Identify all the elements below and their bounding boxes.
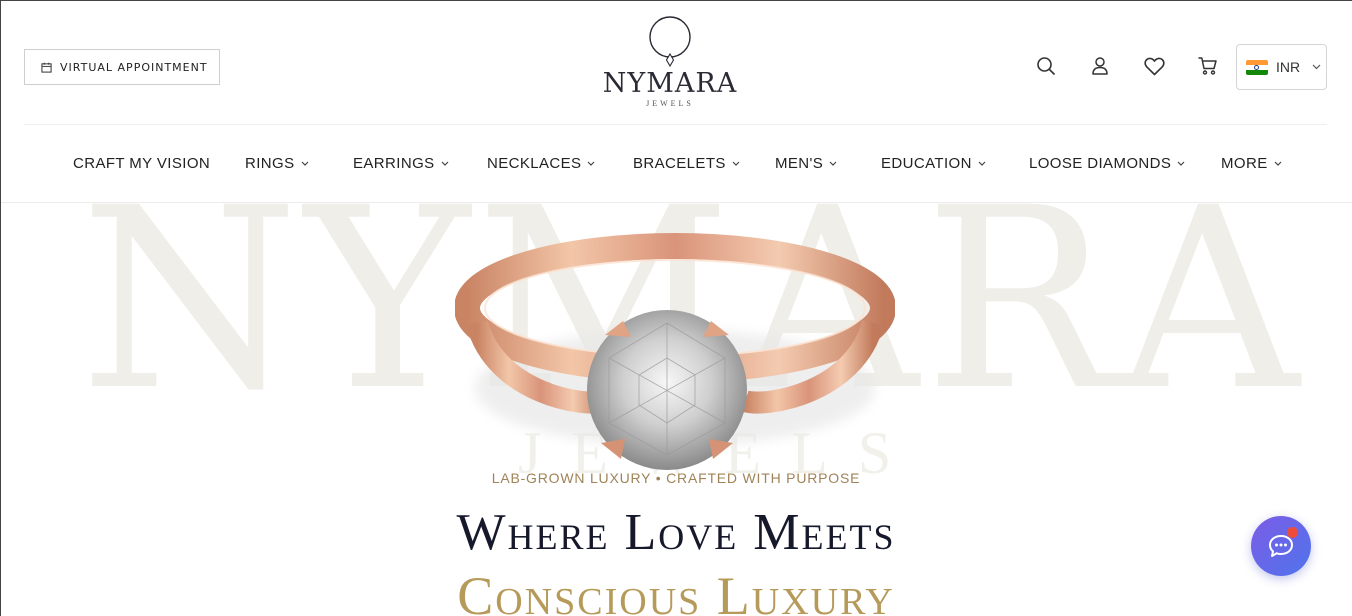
nav-item-craft-my-vision[interactable]: CRAFT MY VISION	[73, 155, 210, 172]
notification-dot	[1287, 527, 1298, 538]
nav-item-more[interactable]: MORE	[1221, 155, 1282, 172]
logo-sub-text: JEWELS	[646, 99, 694, 108]
chevron-down-icon	[1274, 161, 1282, 166]
nav-item-label: CRAFT MY VISION	[73, 155, 211, 172]
nav-item-label: RINGS	[245, 155, 295, 172]
chevron-down-icon	[1177, 161, 1185, 166]
heart-icon[interactable]	[1142, 54, 1166, 78]
calendar-icon	[41, 62, 52, 73]
nav-item-label: EDUCATION	[881, 155, 972, 172]
virtual-appointment-label: VIRTUAL APPOINTMENT	[60, 60, 208, 74]
nav-item-loose-diamonds[interactable]: LOOSE DIAMONDS	[1029, 155, 1185, 172]
nav-item-rings[interactable]: RINGS	[245, 155, 309, 172]
cart-icon[interactable]	[1196, 54, 1220, 78]
nav-item-label: BRACELETS	[633, 155, 726, 172]
site-header: VIRTUAL APPOINTMENT NYMARA JEWELS INR	[0, 0, 1352, 125]
nav-item-label: NECKLACES	[487, 155, 582, 172]
virtual-appointment-button[interactable]: VIRTUAL APPOINTMENT	[24, 49, 220, 85]
nav-item-label: EARRINGS	[353, 155, 435, 172]
hero-ring-image	[455, 233, 895, 470]
logo-ring-icon	[649, 16, 691, 68]
currency-code: INR	[1276, 59, 1301, 75]
hero-tagline: LAB-GROWN LUXURY • CRAFTED WITH PURPOSE	[491, 470, 861, 486]
search-icon[interactable]	[1034, 54, 1058, 78]
chevron-down-icon	[978, 161, 986, 166]
header-actions	[1034, 54, 1220, 78]
site-logo[interactable]: NYMARA JEWELS	[600, 14, 740, 114]
nav-item-bracelets[interactable]: BRACELETS	[633, 155, 740, 172]
logo-brand-text: NYMARA	[602, 68, 738, 99]
nav-item-necklaces[interactable]: NECKLACES	[487, 155, 595, 172]
chevron-down-icon	[732, 161, 740, 166]
nav-item-label: MEN'S	[775, 155, 824, 172]
hero-banner: NYMARA JEWELS	[0, 203, 1352, 616]
main-navigation: CRAFT MY VISION RINGS EARRINGS NECKLACES…	[0, 125, 1352, 202]
hero-headline-line1: Where Love Meets	[456, 504, 896, 561]
nav-item-education[interactable]: EDUCATION	[881, 155, 986, 172]
nav-item-label: MORE	[1221, 155, 1268, 172]
chevron-down-icon	[441, 161, 448, 166]
india-flag-icon	[1246, 59, 1268, 75]
hero-headline-line2: Conscious Luxury	[457, 566, 895, 616]
chevron-down-icon	[301, 161, 308, 166]
chevron-down-icon	[829, 161, 837, 166]
user-icon[interactable]	[1088, 54, 1112, 78]
chevron-down-icon	[588, 161, 595, 166]
nav-item-label: LOOSE DIAMONDS	[1029, 155, 1172, 172]
nav-item-earrings[interactable]: EARRINGS	[353, 155, 449, 172]
nav-item-mens[interactable]: MEN'S	[775, 155, 837, 172]
currency-selector[interactable]: INR	[1236, 44, 1327, 90]
chevron-down-icon	[1312, 64, 1321, 70]
chat-button[interactable]	[1251, 516, 1311, 576]
